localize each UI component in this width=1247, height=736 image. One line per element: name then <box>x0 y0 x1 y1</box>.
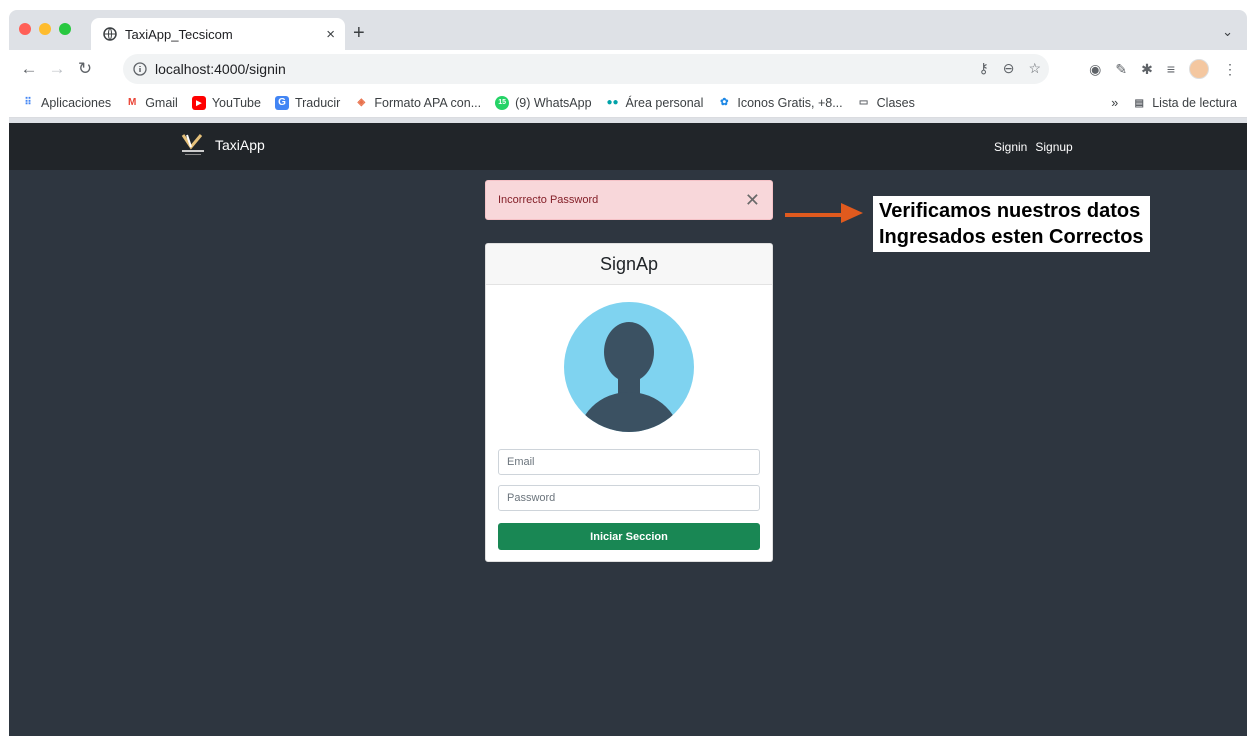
reading-list-button[interactable]: ▤ Lista de lectura <box>1132 96 1237 110</box>
globe-icon <box>103 27 117 41</box>
extension-dropper-icon[interactable]: ✎ <box>1115 61 1127 78</box>
app-navbar: TaxiApp Signin Signup <box>9 123 1247 170</box>
browser-toolbar: ← → ↻ localhost:4000/signin ⚷ ⊖ ☆ ◉ ✎ ✱ … <box>9 50 1247 88</box>
gmail-icon: M <box>128 97 137 108</box>
apps-grid-icon: ⠿ <box>24 97 32 108</box>
bookmark-traducir[interactable]: G Traducir <box>274 95 340 110</box>
zoom-icon[interactable]: ⊖ <box>1003 60 1015 77</box>
tab-title: TaxiApp_Tecsicom <box>125 26 233 42</box>
user-avatar-icon <box>564 302 694 432</box>
bookmark-clases[interactable]: ▭ Clases <box>857 96 915 110</box>
bookmark-apa[interactable]: ◈ Formato APA con... <box>354 96 482 110</box>
active-tab[interactable]: TaxiApp_Tecsicom × <box>91 18 345 50</box>
email-input[interactable] <box>498 449 760 475</box>
nav-links: Signin Signup <box>994 140 1073 154</box>
bookmark-aplicaciones[interactable]: ⠿ Aplicaciones <box>21 96 111 110</box>
annotation-callout: Verificamos nuestros datos Ingresados es… <box>873 196 1150 252</box>
alert-close-icon[interactable]: ✕ <box>745 190 760 211</box>
close-window-button[interactable] <box>19 23 31 35</box>
browser-window: TaxiApp_Tecsicom × + ⌄ ← → ↻ localhost:4… <box>9 10 1247 736</box>
tecsicom-logo-icon <box>181 134 204 155</box>
back-button[interactable]: ← <box>15 59 43 79</box>
tab-close-icon[interactable]: × <box>326 26 335 43</box>
folder-icon: ▭ <box>858 97 869 108</box>
extensions-area: ◉ ✎ ✱ ≡ ⋮ <box>1089 59 1237 79</box>
media-icon[interactable]: ≡ <box>1167 61 1175 77</box>
signin-submit-button[interactable]: Iniciar Seccion <box>498 523 760 550</box>
bookmarks-right: » ▤ Lista de lectura <box>1111 88 1237 118</box>
tab-strip: TaxiApp_Tecsicom × + ⌄ <box>9 10 1247 50</box>
maximize-window-button[interactable] <box>59 23 71 35</box>
reload-button[interactable]: ↻ <box>71 59 99 79</box>
signin-card: SignAp Iniciar Seccion <box>485 243 773 562</box>
bookmark-iconos[interactable]: ✿ Iconos Gratis, +8... <box>717 96 842 110</box>
profile-avatar[interactable] <box>1189 59 1209 79</box>
minimize-window-button[interactable] <box>39 23 51 35</box>
bookmark-gmail[interactable]: M Gmail <box>125 96 178 110</box>
info-icon <box>133 62 147 76</box>
brand-name: TaxiApp <box>215 137 265 153</box>
annotation-line-2: Ingresados esten Correctos <box>879 226 1144 248</box>
window-controls <box>19 23 71 35</box>
url-text[interactable]: localhost:4000/signin <box>155 61 286 77</box>
bookmarks-more-button[interactable]: » <box>1111 96 1118 110</box>
brand-link[interactable]: TaxiApp <box>179 132 265 158</box>
apa-icon: ◈ <box>357 97 366 108</box>
bookmark-youtube[interactable]: ▶ YouTube <box>191 95 261 110</box>
extension-owl-icon[interactable]: ◉ <box>1089 61 1101 78</box>
signup-link[interactable]: Signup <box>1035 140 1072 154</box>
annotation-arrow-icon <box>785 203 863 223</box>
key-icon[interactable]: ⚷ <box>978 60 988 77</box>
bookmarks-bar: ⠿ Aplicaciones M Gmail ▶ YouTube G Traducir … <box>9 88 1247 118</box>
reading-list-icon: ▤ <box>1134 97 1144 109</box>
tab-search-button[interactable]: ⌄ <box>1222 24 1233 40</box>
web-page: TaxiApp Signin Signup Incorrecto Passwor… <box>9 123 1247 736</box>
bookmark-whatsapp[interactable]: 15 (9) WhatsApp <box>495 95 592 110</box>
puzzle-icon[interactable]: ✱ <box>1141 61 1153 78</box>
omnibox-actions: ⚷ ⊖ ☆ <box>978 60 1041 77</box>
signin-link[interactable]: Signin <box>994 140 1027 154</box>
card-header: SignAp <box>486 244 772 285</box>
card-title: SignAp <box>599 253 659 274</box>
password-input[interactable] <box>498 485 760 511</box>
translate-icon: G <box>274 95 289 110</box>
youtube-icon: ▶ <box>191 95 206 110</box>
star-icon[interactable]: ☆ <box>1028 60 1041 77</box>
alert-message: Incorrecto Password <box>498 194 599 206</box>
icons-icon: ✿ <box>720 97 729 108</box>
new-tab-button[interactable]: + <box>353 22 365 45</box>
whatsapp-icon: 15 <box>495 95 510 110</box>
address-bar[interactable]: localhost:4000/signin ⚷ ⊖ ☆ <box>123 54 1049 84</box>
error-alert: Incorrecto Password ✕ <box>485 180 773 220</box>
bookmark-area-personal[interactable]: ●● Área personal <box>606 96 704 110</box>
annotation-line-1: Verificamos nuestros datos <box>879 200 1141 222</box>
kebab-menu-icon[interactable]: ⋮ <box>1223 61 1237 78</box>
forward-button[interactable]: → <box>43 59 71 79</box>
dots-icon: ●● <box>606 97 619 108</box>
